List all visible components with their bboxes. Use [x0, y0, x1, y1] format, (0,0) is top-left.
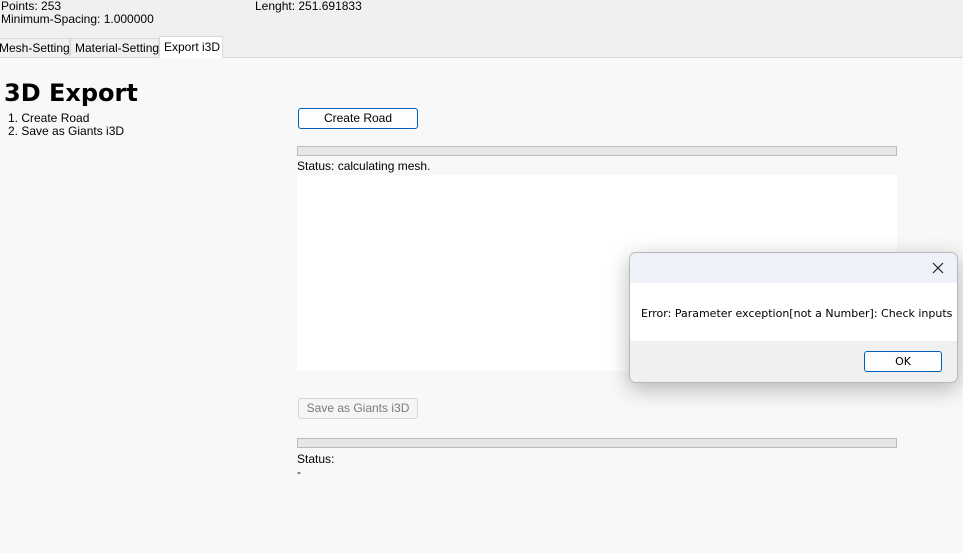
ok-button[interactable]: OK	[864, 351, 942, 372]
tab-bar: Mesh-Settings Material-Settings Export i…	[0, 36, 963, 58]
save-status-label: Status:	[297, 452, 335, 466]
step-item: 2. Save as Giants i3D	[8, 124, 125, 138]
min-spacing-label: Minimum-Spacing: 1.000000	[1, 12, 154, 26]
dialog-title-bar	[630, 253, 957, 283]
error-dialog: Error: Parameter exception[not a Number]…	[629, 252, 958, 383]
save-progress-bar	[297, 438, 897, 448]
create-status-text: Status: calculating mesh.	[297, 159, 431, 173]
tab-export-i3d[interactable]: Export i3D	[159, 36, 223, 58]
length-label: Lenght: 251.691833	[255, 0, 362, 13]
tab-mesh-settings[interactable]: Mesh-Settings	[0, 38, 76, 56]
steps-list: 1. Create Road 2. Save as Giants i3D	[8, 112, 124, 138]
dialog-message: Error: Parameter exception[not a Number]…	[641, 307, 953, 320]
tab-material-settings[interactable]: Material-Settings	[70, 38, 165, 56]
create-progress-bar	[297, 146, 897, 156]
save-giants-i3d-button[interactable]: Save as Giants i3D	[298, 398, 418, 419]
save-status-value: -	[297, 465, 301, 479]
mesh-info-panel: Points: 253 Minimum-Spacing: 1.000000 Le…	[0, 0, 963, 36]
page-title: 3D Export	[4, 79, 138, 107]
close-icon	[932, 262, 944, 274]
dialog-body: Error: Parameter exception[not a Number]…	[630, 283, 957, 341]
dialog-close-button[interactable]	[927, 257, 949, 279]
dialog-footer: OK	[630, 341, 957, 382]
create-road-button[interactable]: Create Road	[298, 108, 418, 129]
